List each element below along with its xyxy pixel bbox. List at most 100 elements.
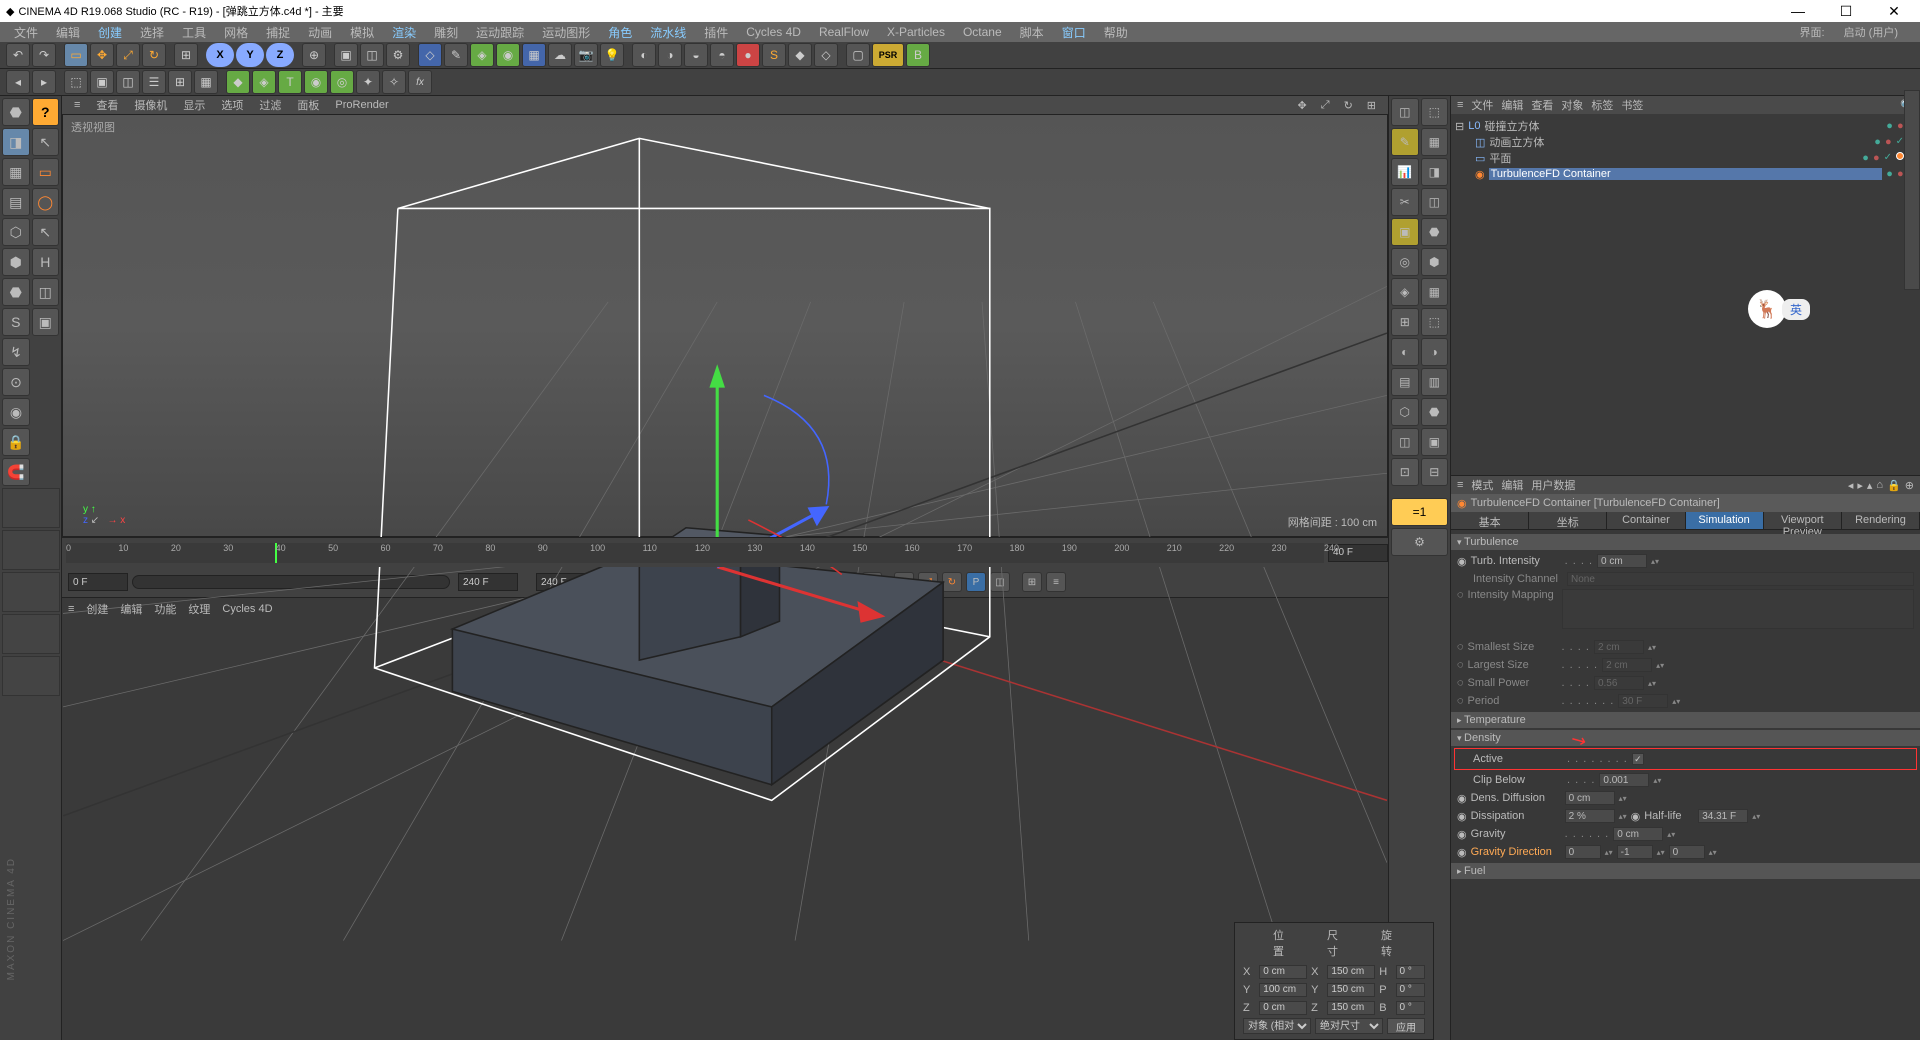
menu-mograph[interactable]: 运动图形	[534, 22, 598, 43]
period-field[interactable]: 30 F	[1618, 694, 1668, 708]
select-tool[interactable]: ▭	[64, 43, 88, 67]
vpm-filter[interactable]: 过滤	[253, 97, 287, 113]
menu-edit[interactable]: 编辑	[48, 22, 88, 43]
size-z-field[interactable]: 150 cm	[1327, 1001, 1375, 1015]
largest-size-field[interactable]: 2 cm	[1602, 658, 1652, 672]
t2-c[interactable]: ◫	[116, 70, 140, 94]
side-tab-strip[interactable]	[1904, 90, 1920, 290]
am-mode[interactable]: 模式	[1471, 477, 1493, 493]
rt-d[interactable]: ▦	[1421, 128, 1449, 156]
menu-track[interactable]: 运动跟踪	[468, 22, 532, 43]
rt-e[interactable]: 📊	[1391, 158, 1419, 186]
t2-text[interactable]: T	[278, 70, 302, 94]
lt-points[interactable]: ⬡	[2, 218, 30, 246]
vpm-panel[interactable]: 面板	[291, 97, 325, 113]
render-settings[interactable]: ⚙	[386, 43, 410, 67]
lt-tweak[interactable]: S	[2, 308, 30, 336]
rt-a[interactable]: ◫	[1391, 98, 1419, 126]
axis-z-toggle[interactable]: Z	[266, 43, 294, 67]
rt-v[interactable]: ⬣	[1421, 398, 1449, 426]
turb-intensity-field[interactable]: 0 cm	[1597, 554, 1647, 568]
tool-i[interactable]: B	[906, 43, 930, 67]
rt-s[interactable]: ▤	[1391, 368, 1419, 396]
t2-d[interactable]: ☰	[142, 70, 166, 94]
minimize-button[interactable]: —	[1778, 3, 1818, 20]
pos-y-field[interactable]: 100 cm	[1259, 983, 1307, 997]
lt-move2[interactable]: ↖	[32, 218, 60, 246]
om-edit[interactable]: 编辑	[1501, 97, 1523, 113]
vpm-view[interactable]: 查看	[90, 97, 124, 113]
menu-snap[interactable]: 捕捉	[258, 22, 298, 43]
smallest-size-field[interactable]: 2 cm	[1594, 640, 1644, 654]
menu-mesh[interactable]: 网格	[216, 22, 256, 43]
lt-grid3[interactable]	[2, 572, 60, 612]
rt-x[interactable]: ▣	[1421, 428, 1449, 456]
am-fwd-icon[interactable]: ▸	[1857, 479, 1863, 492]
lt-model[interactable]: ◨	[2, 128, 30, 156]
t2-j[interactable]: ◎	[330, 70, 354, 94]
rt-g[interactable]: ✂	[1391, 188, 1419, 216]
t2-f[interactable]: ▦	[194, 70, 218, 94]
scale-tool[interactable]: ⤢	[116, 43, 140, 67]
rt-k[interactable]: ◎	[1391, 248, 1419, 276]
menu-pipeline[interactable]: 流水线	[642, 22, 694, 43]
lt-snap[interactable]: ⊙	[2, 368, 30, 396]
t2-a[interactable]: ⬚	[64, 70, 88, 94]
object-row-selected[interactable]: ◉ TurbulenceFD Container ●●✓	[1455, 166, 1916, 182]
menu-octane[interactable]: Octane	[955, 23, 1010, 41]
small-power-field[interactable]: 0.56	[1594, 676, 1644, 690]
object-row[interactable]: ◫ 动画立方体 ●●✓	[1455, 134, 1916, 150]
t2-b[interactable]: ▣	[90, 70, 114, 94]
axis-y-toggle[interactable]: Y	[236, 43, 264, 67]
menu-character[interactable]: 角色	[600, 22, 640, 43]
pos-x-field[interactable]: 0 cm	[1259, 965, 1307, 979]
tab-basic[interactable]: 基本	[1451, 512, 1529, 529]
lt-grid5[interactable]	[2, 656, 60, 696]
om-tags[interactable]: 标签	[1591, 97, 1613, 113]
rt-r[interactable]: ◑	[1421, 338, 1449, 366]
maximize-button[interactable]: ☐	[1826, 3, 1866, 20]
section-temperature[interactable]: Temperature	[1451, 712, 1920, 728]
dens-diffusion-field[interactable]: 0 cm	[1565, 791, 1615, 805]
halflife-field[interactable]: 34.31 F	[1698, 809, 1748, 823]
t2-history2[interactable]: ▸	[32, 70, 56, 94]
menu-create[interactable]: 创建	[90, 22, 130, 43]
rt-t[interactable]: ▥	[1421, 368, 1449, 396]
attr-body[interactable]: Turbulence ◉Turb. Intensity. . . . 0 cm▴…	[1451, 530, 1920, 1040]
tab-simulation[interactable]: Simulation	[1686, 512, 1764, 529]
rt-q[interactable]: ◐	[1391, 338, 1419, 366]
rotate-tool[interactable]: ↻	[142, 43, 166, 67]
add-camera[interactable]: 📷	[574, 43, 598, 67]
t2-l[interactable]: ✧	[382, 70, 406, 94]
rt-j[interactable]: ⬣	[1421, 218, 1449, 246]
am-back-icon[interactable]: ◂	[1848, 479, 1854, 492]
vpm-camera[interactable]: 摄像机	[128, 97, 173, 113]
rt-c[interactable]: ✎	[1391, 128, 1419, 156]
size-mode-select[interactable]: 绝对尺寸	[1315, 1018, 1383, 1034]
lt-ho[interactable]: H	[32, 248, 60, 276]
add-cube[interactable]: ◇	[418, 43, 442, 67]
lt-grid4[interactable]	[2, 614, 60, 654]
timeline-ruler[interactable]: 0102030405060708090100110120130140150160…	[62, 537, 1388, 567]
rt-f[interactable]: ◨	[1421, 158, 1449, 186]
t2-fx[interactable]: fx	[408, 70, 432, 94]
menu-realflow[interactable]: RealFlow	[811, 23, 877, 41]
om-file[interactable]: 文件	[1471, 97, 1493, 113]
om-object[interactable]: 对象	[1561, 97, 1583, 113]
rot-p-field[interactable]: 0 °	[1396, 983, 1425, 997]
menu-anim[interactable]: 动画	[300, 22, 340, 43]
menu-render[interactable]: 渲染	[384, 22, 424, 43]
rot-b-field[interactable]: 0 °	[1396, 1001, 1425, 1015]
menu-file[interactable]: 文件	[6, 22, 46, 43]
lt-poly[interactable]: ⬣	[2, 278, 30, 306]
tool-d[interactable]: ◓	[710, 43, 734, 67]
add-generator[interactable]: ◉	[496, 43, 520, 67]
size-y-field[interactable]: 150 cm	[1327, 983, 1375, 997]
object-row[interactable]: ▭ 平面 ●●✓	[1455, 150, 1916, 166]
lt-editable[interactable]: ⬣	[2, 98, 30, 126]
vp-nav2-icon[interactable]: ⤢	[1315, 99, 1336, 112]
menu-plugins[interactable]: 插件	[696, 22, 736, 43]
vp-nav3-icon[interactable]: ↻	[1338, 99, 1359, 112]
object-row[interactable]: ⊟L0 碰撞立方体 ●●✓	[1455, 118, 1916, 134]
density-active-checkbox[interactable]	[1632, 753, 1644, 765]
